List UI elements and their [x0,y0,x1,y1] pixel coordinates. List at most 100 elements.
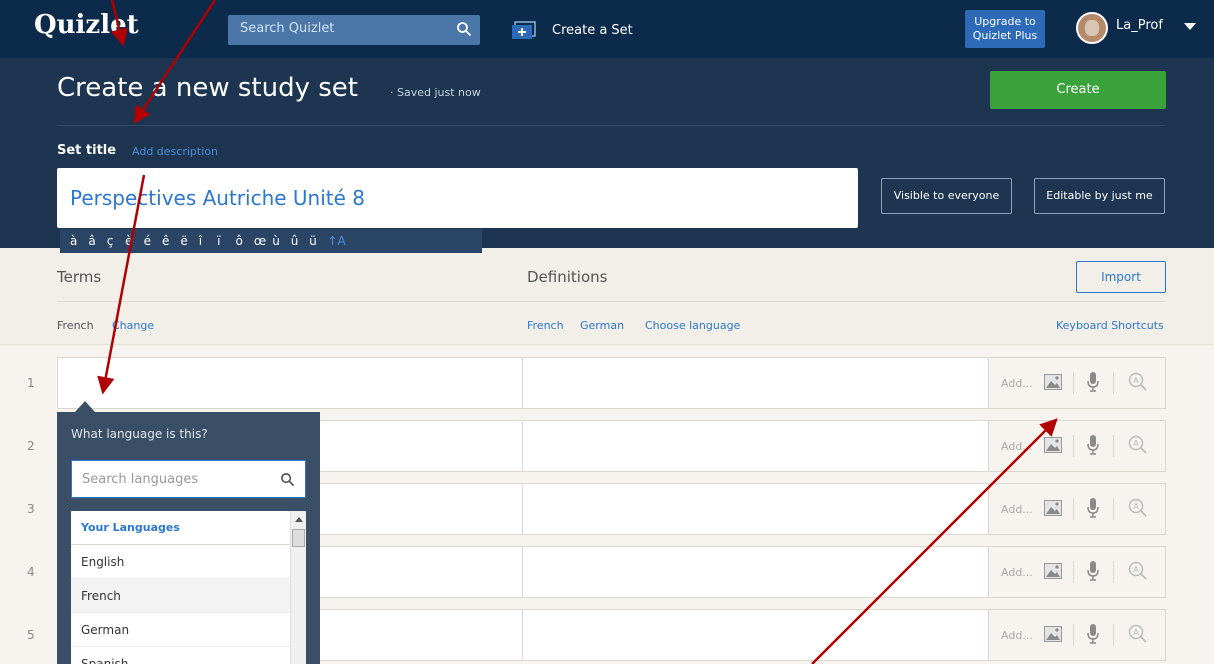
add-media-label[interactable]: Add... [1001,566,1033,579]
caret-down-icon[interactable] [1184,23,1196,30]
accent-key[interactable]: œ [254,234,272,248]
microphone-icon[interactable] [1087,372,1099,392]
tool-separator [1113,498,1114,520]
row-number: 5 [27,628,35,642]
row-tools: Add... A [989,357,1166,409]
image-icon[interactable] [1044,626,1062,642]
accent-key[interactable]: à [70,234,88,248]
def-language-french[interactable]: French [527,319,564,332]
scroll-up-icon[interactable] [295,517,303,522]
tool-separator [1113,561,1114,583]
auto-define-icon[interactable]: A [1128,435,1148,455]
def-language-german[interactable]: German [580,319,624,332]
add-description-link[interactable]: Add description [132,145,218,158]
row-tools: Add... A [989,483,1166,535]
accent-key[interactable]: ï [217,234,235,248]
term-input[interactable] [57,357,523,409]
definition-input[interactable] [523,546,989,598]
row-tools: Add... A [989,420,1166,472]
accent-key[interactable]: è [125,234,143,248]
tool-separator [1073,498,1074,520]
accent-key[interactable]: û [291,234,309,248]
microphone-icon[interactable] [1087,498,1099,518]
term-row: 1 Add... A [0,357,1214,409]
set-title-label: Set title [57,143,117,158]
accent-key[interactable]: ë [180,234,198,248]
add-media-label[interactable]: Add... [1001,629,1033,642]
search-box[interactable]: Search Quizlet [228,15,480,45]
auto-define-icon[interactable]: A [1128,624,1148,644]
import-button[interactable]: Import [1076,261,1166,293]
accent-key[interactable]: ü [309,234,327,248]
accent-key[interactable]: ê [162,234,180,248]
tool-separator [1113,624,1114,646]
definition-input[interactable] [523,420,989,472]
set-title-input[interactable]: Perspectives Autriche Unité 8 [57,168,858,228]
create-set-icon [512,21,536,39]
tool-separator [1073,372,1074,394]
image-icon[interactable] [1044,374,1062,390]
definitions-heading: Definitions [527,268,608,286]
editable-button[interactable]: Editable by just me [1034,178,1165,214]
upgrade-button[interactable]: Upgrade to Quizlet Plus [965,10,1045,48]
quizlet-logo[interactable]: Quizlet [34,10,139,40]
language-question: What language is this? [71,427,208,441]
auto-define-icon[interactable]: A [1128,561,1148,581]
accent-key[interactable]: ù [272,234,290,248]
keyboard-shortcuts-link[interactable]: Keyboard Shortcuts [1056,319,1164,332]
microphone-icon[interactable] [1087,561,1099,581]
language-option-french[interactable]: French [71,579,306,613]
language-search-placeholder: Search languages [82,472,199,487]
language-list-scrollbar[interactable] [290,511,306,664]
set-header: Create a new study set · Saved just now … [0,58,1214,253]
image-icon[interactable] [1044,500,1062,516]
tool-separator [1113,435,1114,457]
definition-input[interactable] [523,357,989,409]
header-divider [57,125,1165,126]
add-media-label[interactable]: Add... [1001,503,1033,516]
tool-separator [1073,561,1074,583]
row-number: 1 [27,376,35,390]
language-option-german[interactable]: German [71,613,306,647]
username[interactable]: La_Prof [1116,18,1163,33]
accent-key[interactable]: î [199,234,217,248]
tool-separator [1073,435,1074,457]
visibility-button[interactable]: Visible to everyone [881,178,1012,214]
change-language-link[interactable]: Change [112,319,154,332]
accent-key[interactable]: â [88,234,106,248]
shift-accent-key[interactable]: ↑A [327,234,345,248]
your-languages-heading: Your Languages [71,511,306,545]
accent-key[interactable]: é [144,234,162,248]
set-title-value: Perspectives Autriche Unité 8 [70,186,366,210]
accent-key[interactable]: ç [107,234,125,248]
scroll-thumb[interactable] [292,529,305,547]
search-icon[interactable] [280,472,295,487]
definition-input[interactable] [523,609,989,661]
image-icon[interactable] [1044,563,1062,579]
language-list[interactable]: Your Languages English French German Spa… [71,511,306,664]
auto-define-icon[interactable]: A [1128,498,1148,518]
microphone-icon[interactable] [1087,624,1099,644]
avatar[interactable] [1076,12,1108,44]
tool-separator [1073,624,1074,646]
microphone-icon[interactable] [1087,435,1099,455]
definition-input[interactable] [523,483,989,535]
image-icon[interactable] [1044,437,1062,453]
accent-toolbar: à â ç è é ê ë î ï ô œ ù û ü ↑A [60,229,482,253]
search-icon[interactable] [456,21,472,37]
language-search-input[interactable]: Search languages [71,460,306,498]
create-set-link[interactable]: Create a Set [512,15,633,45]
search-placeholder: Search Quizlet [240,21,335,36]
row-tools: Add... A [989,609,1166,661]
add-media-label[interactable]: Add... [1001,440,1033,453]
choose-language-link[interactable]: Choose language [645,319,740,332]
add-media-label[interactable]: Add... [1001,377,1033,390]
language-option-spanish[interactable]: Spanish [71,647,306,664]
accent-key[interactable]: ô [236,234,254,248]
tool-separator [1113,372,1114,394]
create-button[interactable]: Create [990,71,1166,109]
row-tools: Add... A [989,546,1166,598]
svg-text:A: A [1133,628,1139,637]
auto-define-icon[interactable]: A [1128,372,1148,392]
language-option-english[interactable]: English [71,545,306,579]
